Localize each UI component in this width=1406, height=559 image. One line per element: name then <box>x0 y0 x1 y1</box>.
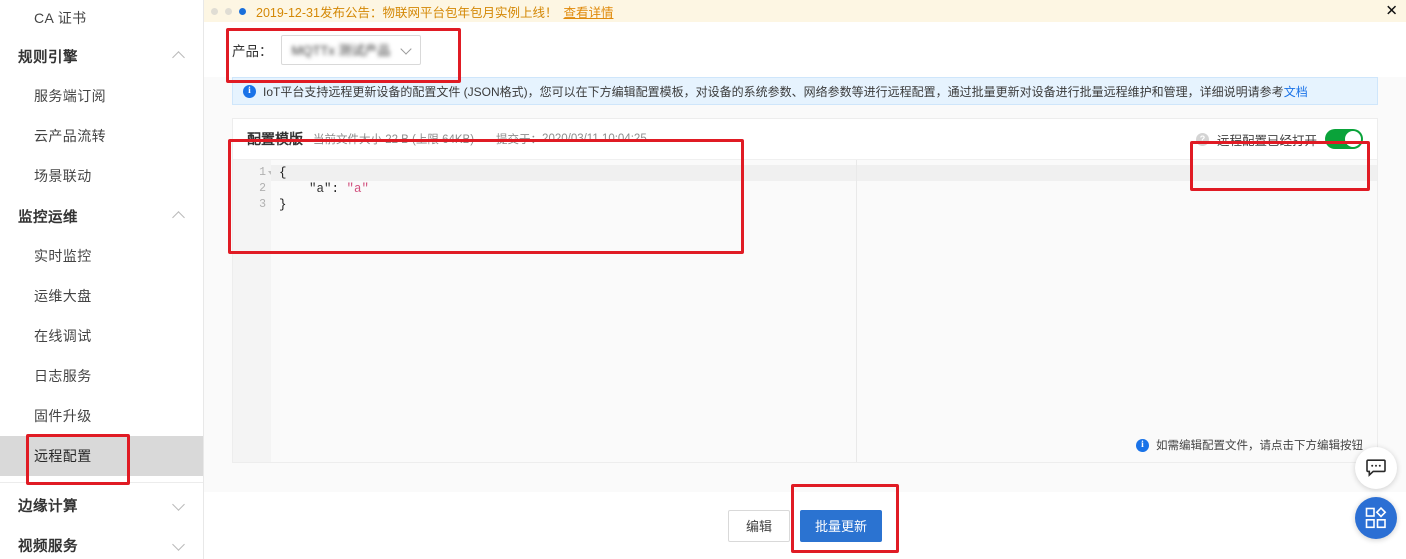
edit-button[interactable]: 编辑 <box>727 509 790 542</box>
sidebar-group-13[interactable]: 视频服务 <box>0 525 203 559</box>
sidebar-item-8[interactable]: 在线调试 <box>0 316 203 356</box>
code-token: } <box>279 198 287 212</box>
sidebar-item-4[interactable]: 场景联动 <box>0 156 203 196</box>
carousel-dot-2[interactable] <box>239 7 246 15</box>
editor-line-numbers: 12 3 <box>233 160 274 462</box>
doc-link[interactable]: 文档 <box>1284 83 1308 100</box>
sidebar-item-label: 场景联动 <box>34 168 92 184</box>
code-token: { <box>279 166 287 180</box>
sidebar-item-11[interactable]: 远程配置 <box>0 436 203 476</box>
info-notice-bar: i IoT平台支持远程更新设备的配置文件 (JSON格式)，您可以在下方编辑配置… <box>232 77 1378 105</box>
carousel-dots[interactable] <box>211 7 246 15</box>
json-code-editor[interactable]: 12 3 { "a": "a"} i 如需编辑配置文件，请点击下方编辑按钮 <box>233 160 1377 462</box>
code-line-2: "a": "a" <box>271 181 1377 197</box>
carousel-dot-0[interactable] <box>211 7 218 15</box>
code-token: : <box>331 182 347 196</box>
editor-code-area[interactable]: { "a": "a"} <box>271 160 1377 462</box>
config-template-card: 配置模版 当前文件大小 22 B (上限 64KB) 提交于： 2020/03/… <box>232 118 1378 463</box>
app-grid-icon <box>1365 507 1387 529</box>
product-select[interactable]: MQTTx 测试产品 <box>280 34 421 65</box>
sidebar-item-label: 实时监控 <box>34 248 92 264</box>
remote-config-toggle-label: 远程配置已经打开 <box>1216 133 1317 148</box>
sidebar-item-7[interactable]: 运维大盘 <box>0 276 203 316</box>
sidebar-group-1[interactable]: 规则引擎 <box>0 36 203 76</box>
sidebar-item-label: 日志服务 <box>34 368 92 384</box>
batch-update-button[interactable]: 批量更新 <box>799 509 882 542</box>
submitted-label: 提交于： <box>496 134 543 146</box>
sidebar-item-9[interactable]: 日志服务 <box>0 356 203 396</box>
app-root: CA 证书规则引擎服务端订阅云产品流转场景联动监控运维实时监控运维大盘在线调试日… <box>0 0 1406 559</box>
sidebar-item-label: 运维大盘 <box>34 288 92 304</box>
editor-print-margin <box>856 160 857 462</box>
announcement-detail-link[interactable]: 查看详情 <box>563 2 613 21</box>
sidebar-item-0[interactable]: CA 证书 <box>0 0 203 36</box>
feedback-chat-button[interactable] <box>1355 447 1397 489</box>
toggle-knob <box>1345 131 1361 147</box>
sidebar-item-2[interactable]: 服务端订阅 <box>0 76 203 116</box>
code-line-1: { <box>271 165 1377 181</box>
close-icon[interactable]: ✕ <box>1385 3 1398 19</box>
product-selector-row: 产品： MQTTx 测试产品 <box>204 22 1406 77</box>
info-icon: i <box>243 84 256 98</box>
chevron-up-icon <box>173 210 185 222</box>
announcement-banner: 2019-12-31发布公告：物联网平台包年包月实例上线！ 查看详情 ✕ <box>204 0 1406 22</box>
chat-bubble-icon <box>1366 459 1386 477</box>
editor-hint: i 如需编辑配置文件，请点击下方编辑按钮 <box>1136 437 1363 453</box>
sidebar-group-12[interactable]: 边缘计算 <box>0 485 203 525</box>
chevron-down-icon <box>173 539 185 551</box>
sidebar-group-5[interactable]: 监控运维 <box>0 196 203 236</box>
info-icon: i <box>1136 438 1149 452</box>
sidebar-divider <box>0 482 203 483</box>
code-token: "a" <box>346 182 370 196</box>
product-select-value: MQTTx 测试产品 <box>291 43 391 58</box>
line-number-2: 2 <box>259 182 266 195</box>
product-label: 产品： <box>232 43 273 59</box>
editor-lines: { "a": "a"} <box>271 165 1377 213</box>
sidebar-item-6[interactable]: 实时监控 <box>0 236 203 276</box>
info-notice-text: IoT平台支持远程更新设备的配置文件 (JSON格式)，您可以在下方编辑配置模板… <box>263 84 1284 99</box>
app-grid-button[interactable] <box>1355 497 1397 539</box>
main-content: 2019-12-31发布公告：物联网平台包年包月实例上线！ 查看详情 ✕ 产品：… <box>204 0 1406 559</box>
sidebar-item-label: 远程配置 <box>34 448 92 464</box>
sidebar-group-label: 视频服务 <box>18 538 78 555</box>
remote-config-toggle-group: ? 远程配置已经打开 <box>1195 129 1363 149</box>
chevron-up-icon <box>173 50 185 62</box>
sidebar-group-label: 监控运维 <box>18 209 78 226</box>
sidebar-item-label: CA 证书 <box>34 10 87 26</box>
sidebar-item-label: 云产品流转 <box>34 128 106 144</box>
sidebar-item-label: 在线调试 <box>34 328 92 344</box>
code-token: "a" <box>309 182 332 196</box>
action-bar: 编辑 批量更新 <box>204 492 1406 559</box>
line-number-1: 1 <box>233 165 274 181</box>
sidebar-group-label: 规则引擎 <box>18 49 78 66</box>
file-size-label: 当前文件大小 22 B (上限 64KB) <box>313 134 475 146</box>
sidebar-item-label: 固件升级 <box>34 408 92 424</box>
submitted-value: 2020/03/11 10:04:25 <box>542 133 647 145</box>
carousel-dot-1[interactable] <box>225 7 232 15</box>
config-template-header: 配置模版 当前文件大小 22 B (上限 64KB) 提交于： 2020/03/… <box>233 119 1377 160</box>
sidebar-item-label: 服务端订阅 <box>34 88 106 104</box>
code-line-3: } <box>271 197 1377 213</box>
announcement-text: 2019-12-31发布公告：物联网平台包年包月实例上线！ <box>256 5 558 20</box>
chevron-down-icon <box>173 499 185 511</box>
sidebar-group-label: 边缘计算 <box>18 498 78 515</box>
editor-hint-text: 如需编辑配置文件，请点击下方编辑按钮 <box>1156 440 1363 452</box>
remote-config-toggle[interactable] <box>1325 129 1363 149</box>
help-icon[interactable]: ? <box>1195 132 1209 146</box>
sidebar-item-10[interactable]: 固件升级 <box>0 396 203 436</box>
line-number-3: 3 <box>259 198 266 211</box>
chevron-down-icon <box>402 45 412 55</box>
config-template-title: 配置模版 <box>247 131 303 147</box>
sidebar-item-3[interactable]: 云产品流转 <box>0 116 203 156</box>
sidebar-nav-list: CA 证书规则引擎服务端订阅云产品流转场景联动监控运维实时监控运维大盘在线调试日… <box>0 0 203 559</box>
sidebar: CA 证书规则引擎服务端订阅云产品流转场景联动监控运维实时监控运维大盘在线调试日… <box>0 0 204 559</box>
